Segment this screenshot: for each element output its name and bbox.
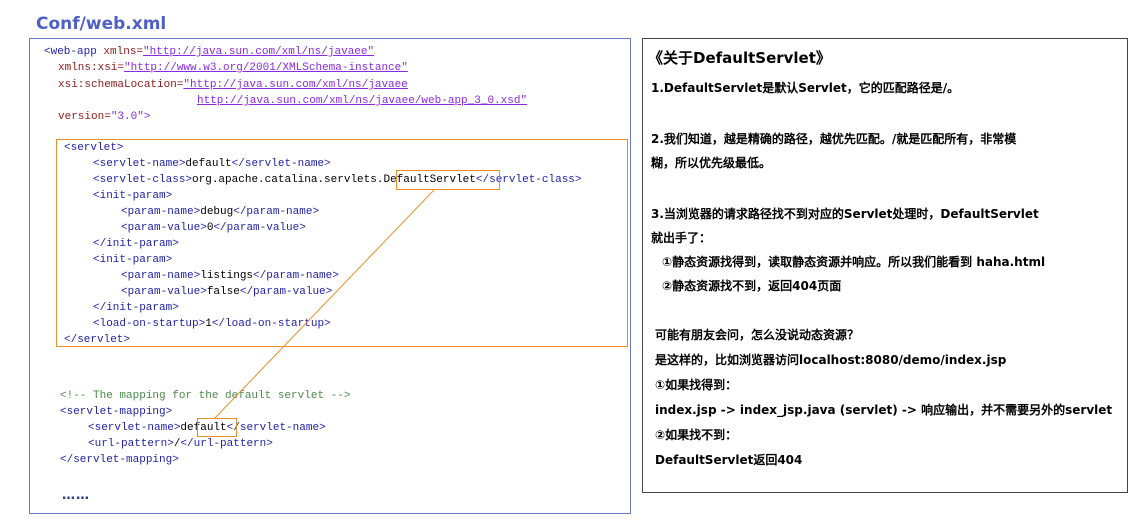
note-line: 1.DefaultServlet是默认Servlet，它的匹配路径是/。 [651, 81, 960, 95]
note-line: ①如果找得到： [655, 378, 738, 392]
note-line: ①静态资源找得到，读取静态资源并响应。所以我们能看到 haha.html [662, 255, 1046, 269]
note-line: 3.当浏览器的请求路径找不到对应的Servlet处理时，DefaultServl… [651, 207, 1039, 221]
ellipsis: …… [62, 488, 90, 503]
notes-heading: 《关于DefaultServlet》 [648, 49, 831, 67]
note-line: 2.我们知道，越是精确的路径，越优先匹配。/就是匹配所有，非常模 [651, 132, 1017, 146]
note-line: DefaultServlet返回404 [655, 453, 803, 467]
connector-stroke [213, 189, 435, 420]
note-line: 可能有朋友会问，怎么没说动态资源？ [655, 328, 860, 342]
note-line: ②如果找不到： [655, 428, 738, 442]
note-line: 就出手了： [651, 231, 712, 245]
note-line: 糊，所以优先级最低。 [651, 156, 772, 170]
note-line: index.jsp -> index_jsp.java (servlet) ->… [655, 403, 1113, 417]
note-line: ②静态资源找不到，返回404页面 [662, 279, 842, 293]
note-line: 是这样的，比如浏览器访问localhost:8080/demo/index.js… [655, 353, 1007, 367]
